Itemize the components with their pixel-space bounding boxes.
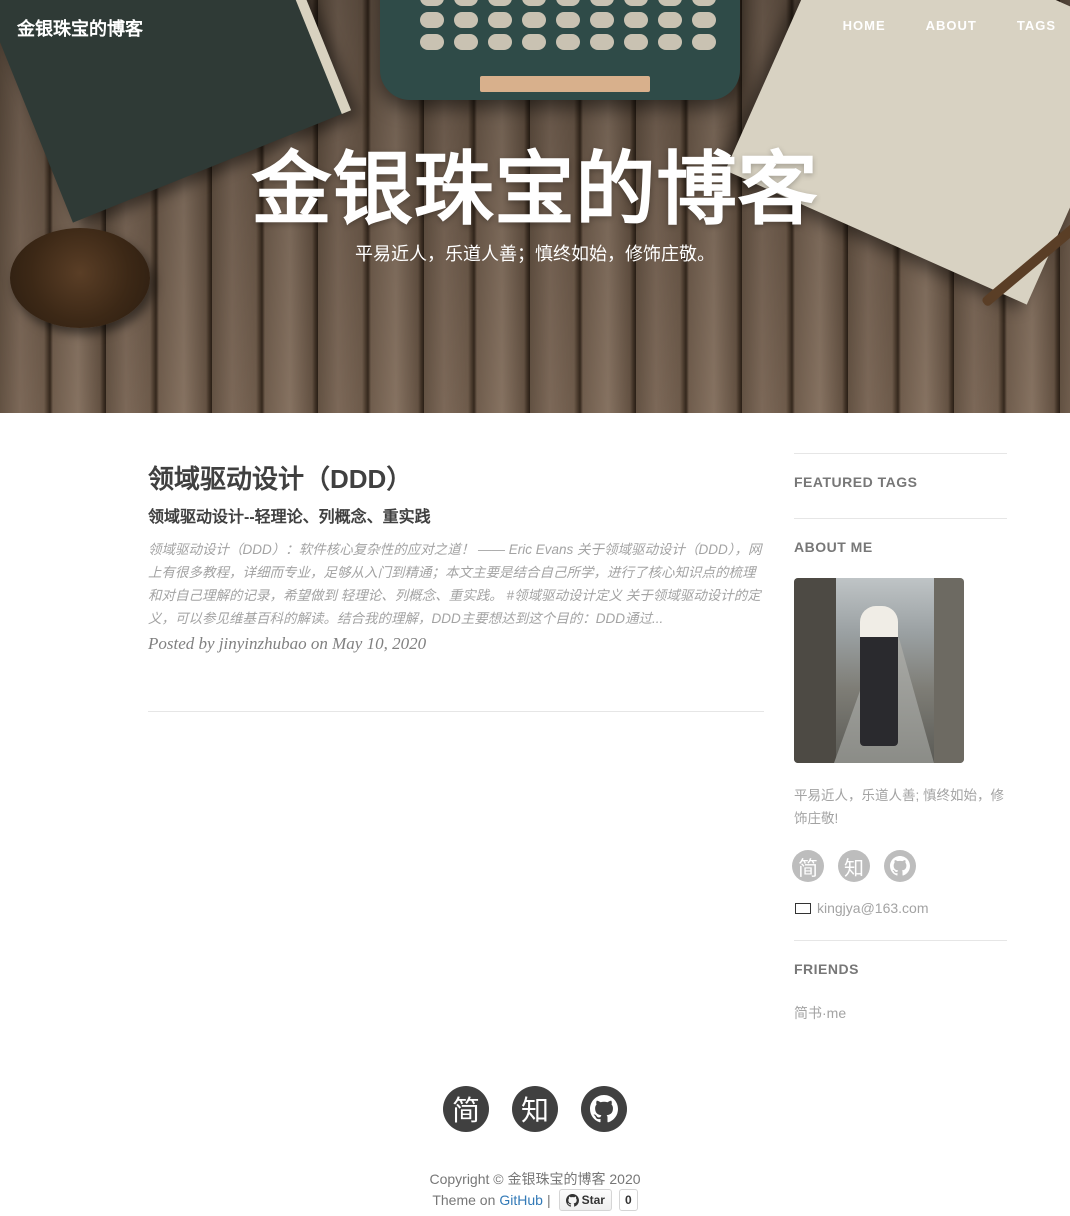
jianshu-link[interactable]: 简	[792, 850, 824, 882]
post-divider	[148, 711, 764, 712]
github-icon	[890, 856, 910, 876]
footer-zhihu-link[interactable]: 知	[512, 1086, 558, 1132]
zhihu-link[interactable]: 知	[838, 850, 870, 882]
theme-credit: Theme on GitHub | Star 0	[0, 1189, 1070, 1211]
github-star-button[interactable]: Star	[558, 1189, 612, 1211]
theme-prefix: Theme on	[432, 1192, 496, 1208]
sidebar-divider	[794, 518, 1007, 519]
post-excerpt[interactable]: 领域驱动设计（DDD）：软件核心复杂性的应对之道！ —— Eric Evans …	[148, 538, 764, 630]
hero-typewriter-image	[380, 0, 740, 100]
about-me-text: 平易近人，乐道人善; 慎终如始，修饰庄敬!	[794, 788, 1005, 826]
nav-tags-link[interactable]: TAGS	[1017, 18, 1056, 33]
separator: |	[546, 1192, 551, 1208]
site-brand-link[interactable]: 金银珠宝的博客	[17, 15, 143, 41]
copyright-text: Copyright © 金银珠宝的博客 2020	[429, 1171, 641, 1187]
github-link[interactable]	[884, 850, 916, 882]
nav-home-link[interactable]: HOME	[843, 18, 886, 33]
footer-github-link[interactable]	[581, 1086, 627, 1132]
post-title-link[interactable]: 领域驱动设计（DDD）	[148, 460, 764, 498]
sidebar: FEATURED TAGS ABOUT ME 平易近人，乐道人善; 慎终如始，修…	[792, 453, 1007, 1021]
hero-subtitle: 平易近人，乐道人善；慎终如始，修饰庄敬。	[355, 244, 715, 264]
mail-icon	[795, 902, 811, 914]
nav-about-link[interactable]: ABOUT	[926, 18, 977, 33]
post-preview: 领域驱动设计（DDD） 领域驱动设计--轻理论、列概念、重实践 领域驱动设计（D…	[148, 460, 764, 654]
sidebar-divider	[794, 940, 1007, 941]
github-icon	[565, 1193, 579, 1207]
hero-title: 金银珠宝的博客	[251, 145, 819, 234]
sidebar-divider	[794, 453, 1007, 454]
github-icon	[590, 1095, 618, 1123]
email-text[interactable]: kingjya@163.com	[817, 900, 929, 916]
about-me-heading: ABOUT ME	[794, 539, 873, 555]
star-label: Star	[581, 1193, 605, 1207]
avatar	[794, 578, 964, 763]
github-theme-link[interactable]: GitHub	[499, 1192, 543, 1208]
sidebar-social-links: 简 知	[792, 850, 916, 882]
hero-header: 金银珠宝的博客 HOME ABOUT TAGS 金银珠宝的博客 平易近人，乐道人…	[0, 0, 1070, 413]
star-count[interactable]: 0	[618, 1189, 638, 1211]
footer-social-links: 简 知	[0, 1086, 1070, 1132]
post-subtitle: 领域驱动设计--轻理论、列概念、重实践	[148, 509, 431, 526]
post-meta: Posted by jinyinzhubao on May 10, 2020	[148, 634, 427, 653]
footer-jianshu-link[interactable]: 简	[443, 1086, 489, 1132]
top-nav: HOME ABOUT TAGS	[843, 18, 1056, 33]
email-row: kingjya@163.com	[795, 900, 929, 916]
friend-link-jianshu[interactable]: 简书·me	[794, 1003, 846, 1023]
friends-heading: FRIENDS	[794, 961, 859, 977]
featured-tags-heading: FEATURED TAGS	[794, 474, 918, 490]
